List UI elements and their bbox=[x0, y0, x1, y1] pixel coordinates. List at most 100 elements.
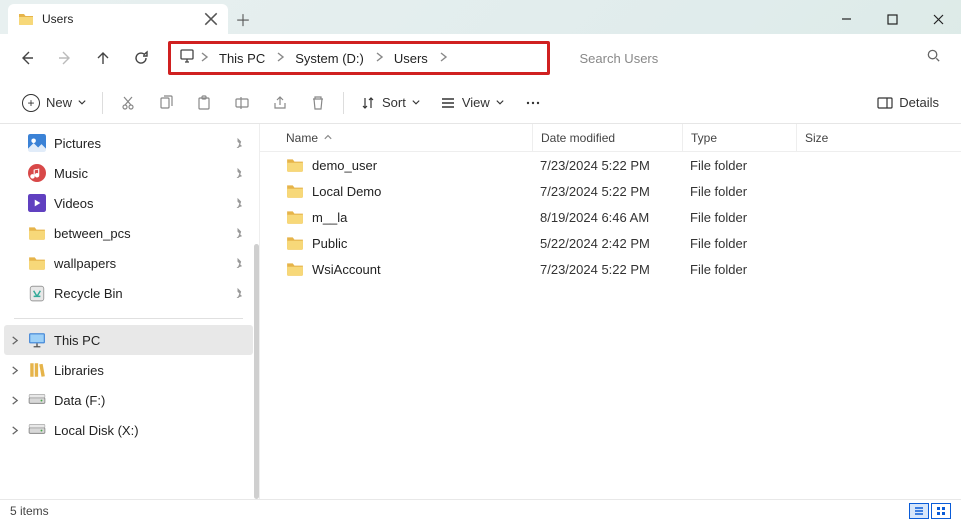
rename-button[interactable] bbox=[225, 88, 259, 118]
new-label: New bbox=[46, 95, 72, 110]
up-button[interactable] bbox=[86, 41, 120, 75]
more-button[interactable] bbox=[516, 88, 550, 118]
table-row[interactable]: m__la 8/19/2024 6:46 AM File folder bbox=[260, 204, 961, 230]
share-button[interactable] bbox=[263, 88, 297, 118]
search-box[interactable] bbox=[568, 41, 952, 75]
chevron-up-icon bbox=[324, 131, 340, 145]
drive-icon bbox=[28, 391, 46, 409]
share-icon bbox=[272, 95, 288, 111]
paste-icon bbox=[196, 95, 212, 111]
sidebar-divider bbox=[14, 318, 243, 319]
view-details-toggle[interactable] bbox=[909, 503, 929, 519]
cut-icon bbox=[120, 95, 136, 111]
sidebar-item[interactable]: Music bbox=[4, 158, 253, 188]
breadcrumb[interactable]: This PC System (D:) Users bbox=[168, 41, 550, 75]
file-date: 7/23/2024 5:22 PM bbox=[532, 158, 682, 173]
chevron-right-icon[interactable] bbox=[10, 393, 19, 408]
copy-button[interactable] bbox=[149, 88, 183, 118]
minimize-button[interactable] bbox=[823, 4, 869, 34]
details-button[interactable]: Details bbox=[869, 88, 947, 118]
sidebar-item-label: Pictures bbox=[54, 136, 101, 151]
sidebar-item[interactable]: Videos bbox=[4, 188, 253, 218]
folder-icon bbox=[28, 254, 46, 272]
toolbar: + New Sort View Details bbox=[0, 82, 961, 124]
tab-current[interactable]: Users bbox=[8, 4, 228, 34]
chevron-right-icon[interactable] bbox=[199, 49, 209, 67]
new-button[interactable]: + New bbox=[14, 88, 94, 118]
folder-icon bbox=[18, 11, 34, 27]
sidebar-item-label: Data (F:) bbox=[54, 393, 105, 408]
file-date: 8/19/2024 6:46 AM bbox=[532, 210, 682, 225]
breadcrumb-item[interactable]: Users bbox=[388, 49, 434, 68]
chevron-right-icon[interactable] bbox=[438, 49, 448, 67]
column-date[interactable]: Date modified bbox=[532, 124, 682, 151]
titlebar: Users ＋ bbox=[0, 0, 961, 34]
refresh-button[interactable] bbox=[124, 41, 158, 75]
sidebar-item[interactable]: wallpapers bbox=[4, 248, 253, 278]
sidebar-tree-item[interactable]: Data (F:) bbox=[4, 385, 253, 415]
chevron-right-icon[interactable] bbox=[10, 333, 19, 348]
chevron-down-icon bbox=[78, 99, 86, 107]
column-type[interactable]: Type bbox=[682, 124, 796, 151]
sidebar-item-label: Recycle Bin bbox=[54, 286, 123, 301]
view-thumbnails-toggle[interactable] bbox=[931, 503, 951, 519]
new-tab-button[interactable]: ＋ bbox=[228, 4, 258, 34]
view-icon bbox=[440, 95, 456, 111]
file-type: File folder bbox=[682, 262, 796, 277]
column-name[interactable]: Name bbox=[286, 131, 532, 145]
chevron-right-icon[interactable] bbox=[10, 363, 19, 378]
file-date: 7/23/2024 5:22 PM bbox=[532, 184, 682, 199]
plus-icon: + bbox=[22, 94, 40, 112]
breadcrumb-item[interactable]: This PC bbox=[213, 49, 271, 68]
file-type: File folder bbox=[682, 210, 796, 225]
table-row[interactable]: Public 5/22/2024 2:42 PM File folder bbox=[260, 230, 961, 256]
sidebar-tree-item[interactable]: Local Disk (X:) bbox=[4, 415, 253, 445]
view-label: View bbox=[462, 95, 490, 110]
sidebar-item-label: Libraries bbox=[54, 363, 104, 378]
sidebar-item[interactable]: between_pcs bbox=[4, 218, 253, 248]
maximize-button[interactable] bbox=[869, 4, 915, 34]
breadcrumb-item[interactable]: System (D:) bbox=[289, 49, 370, 68]
file-name: Public bbox=[312, 236, 347, 251]
chevron-down-icon bbox=[412, 99, 420, 107]
music-icon bbox=[28, 164, 46, 182]
forward-button[interactable] bbox=[48, 41, 82, 75]
sort-icon bbox=[360, 95, 376, 111]
folder-icon bbox=[286, 208, 304, 226]
search-input[interactable] bbox=[580, 51, 940, 66]
sidebar-item[interactable]: Pictures bbox=[4, 128, 253, 158]
sidebar-tree-item[interactable]: Libraries bbox=[4, 355, 253, 385]
status-bar: 5 items bbox=[0, 499, 961, 521]
cut-button[interactable] bbox=[111, 88, 145, 118]
details-icon bbox=[877, 95, 893, 111]
table-row[interactable]: demo_user 7/23/2024 5:22 PM File folder bbox=[260, 152, 961, 178]
paste-button[interactable] bbox=[187, 88, 221, 118]
back-button[interactable] bbox=[10, 41, 44, 75]
scrollbar[interactable] bbox=[254, 244, 259, 499]
chevron-right-icon[interactable] bbox=[275, 49, 285, 67]
chevron-right-icon[interactable] bbox=[374, 49, 384, 67]
column-size[interactable]: Size bbox=[796, 124, 961, 151]
view-button[interactable]: View bbox=[432, 88, 512, 118]
more-icon bbox=[525, 95, 541, 111]
sidebar-tree-item[interactable]: This PC bbox=[4, 325, 253, 355]
sidebar-item-label: between_pcs bbox=[54, 226, 131, 241]
tab-title: Users bbox=[42, 12, 196, 26]
file-type: File folder bbox=[682, 236, 796, 251]
sidebar-item[interactable]: Recycle Bin bbox=[4, 278, 253, 308]
table-row[interactable]: Local Demo 7/23/2024 5:22 PM File folder bbox=[260, 178, 961, 204]
sort-button[interactable]: Sort bbox=[352, 88, 428, 118]
delete-button[interactable] bbox=[301, 88, 335, 118]
pin-icon bbox=[232, 196, 243, 211]
sidebar: Pictures Music Videos between_pcs wallpa… bbox=[0, 124, 260, 499]
pin-icon bbox=[232, 256, 243, 271]
file-pane: Name Date modified Type Size demo_user 7… bbox=[260, 124, 961, 499]
table-row[interactable]: WsiAccount 7/23/2024 5:22 PM File folder bbox=[260, 256, 961, 282]
close-window-button[interactable] bbox=[915, 4, 961, 34]
sort-label: Sort bbox=[382, 95, 406, 110]
videos-icon bbox=[28, 194, 46, 212]
sidebar-item-label: Local Disk (X:) bbox=[54, 423, 139, 438]
tab-close-button[interactable] bbox=[204, 12, 218, 26]
file-date: 5/22/2024 2:42 PM bbox=[532, 236, 682, 251]
chevron-right-icon[interactable] bbox=[10, 423, 19, 438]
